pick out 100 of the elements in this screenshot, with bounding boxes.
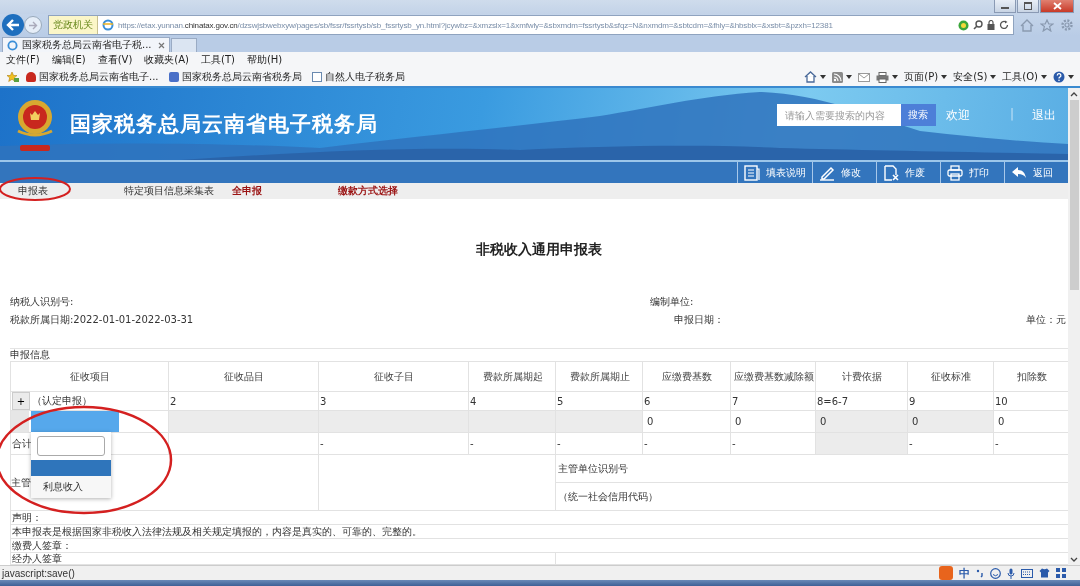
input-cell[interactable]: 0 [730,410,816,433]
table-cell: - [907,432,994,455]
table-cell: - [318,432,469,455]
filter-field[interactable] [37,436,105,456]
grid-icon[interactable] [1056,568,1066,578]
page-tab[interactable]: 特定项目信息采集表 [124,184,232,198]
input-cell[interactable]: 0 [642,410,731,433]
menu-item[interactable]: 编辑(E) [51,53,86,67]
column-header: 费款所属期止 [555,361,643,392]
column-header: 计费依据 [815,361,908,392]
search-field[interactable]: 请输入需要搜索的内容 [776,104,901,126]
page-tab[interactable]: 全申报 [232,184,338,198]
column-header: 征收品目 [168,361,319,392]
menu-item[interactable]: 文件(F) [6,53,40,67]
add-row-button[interactable]: + [12,392,30,410]
close-icon [1052,2,1062,10]
dropdown-option[interactable]: 利息收入 [31,476,111,498]
table-cell: （认定申报） [32,394,92,408]
declaration-text: 本申报表是根据国家非税收入法律法规及相关规定填报的，内容是真实的、可靠的、完整的。 [12,526,422,537]
command-menu[interactable]: 工具(O) [1002,70,1047,84]
table-cell: 4 [468,391,556,411]
microphone-icon[interactable] [1007,567,1015,579]
browser-tab[interactable]: 国家税务总局云南省电子税... [2,37,170,52]
field-label: 主管单位识别号 [558,462,628,474]
status-text: javascript:save() [2,567,75,579]
period-text: 税款所属日期:2022-01-01-2022-03-31 [10,313,195,327]
unit-text: 单位：元 [1026,313,1066,327]
home-icon[interactable] [804,71,818,83]
table-cell: - [555,432,643,455]
column-header: 费款所属期起 [468,361,556,392]
field-label: 编制单位: [650,295,694,309]
document-icon [744,164,760,181]
arrow-left-icon [6,19,20,31]
field-label: 主管 [11,476,31,488]
table-cell: - [468,432,556,455]
declaration-heading: 声明： [12,512,42,523]
ime-mode-text[interactable]: 中 [959,565,970,581]
compat-icon [958,19,969,31]
search-icon[interactable] [973,20,983,30]
column-header: 征收子目 [318,361,469,392]
field-label: 经办人签章 [12,553,62,564]
zone-label: 党政机关 [49,16,98,34]
column-header: 应缴费基数减除额 [730,361,816,392]
scroll-up-icon[interactable] [1070,91,1078,97]
printer-icon [947,164,963,181]
welcome-text: 欢迎 [945,107,970,124]
site-title: 国家税务总局云南省电子税务局 [70,111,378,138]
table-cell: 8=6-7 [815,391,908,411]
scroll-down-icon[interactable] [1070,556,1078,562]
field-label: 申报日期： [674,313,724,327]
close-icon[interactable] [158,41,165,49]
mail-icon[interactable] [858,72,871,82]
help-icon[interactable] [1053,71,1065,83]
search-button[interactable]: 搜索 [900,104,936,126]
close-button[interactable] [1040,0,1074,13]
menu-item[interactable]: 收藏夹(A) [144,53,189,67]
field-label: 缴费人签章： [12,540,72,551]
section-title: 申报信息 [10,348,1068,361]
keyboard-icon[interactable] [1021,568,1033,578]
hint-text: （统一社会信用代码） [558,490,658,502]
address-bar[interactable]: 党政机关 https://etax.yunnan.chinatax.gov.cn/dzswjsbwebxyw/pages/sb/fssr/fssrtysb/sb_fssrtysb_yn.html?jcywbz=&xmzslx=1&xmfwly=&sbxmdm=fssrtysb&sfqz=N&nxmdm=&sbtcdm=&fhly=&hbsblx=&xsbt=&pzxh=12381 [48,15,1014,35]
scrollbar[interactable] [1068,88,1080,565]
caret-icon[interactable] [1068,75,1074,79]
minimize-button[interactable] [994,0,1016,13]
punctuation-icon[interactable] [976,568,984,578]
menu-item[interactable]: 查看(V) [97,53,133,67]
caret-icon[interactable] [892,75,899,79]
field-label: 纳税人识别号: [10,295,75,309]
favorite-link[interactable]: 自然人电子税务局 [311,70,405,84]
table-cell: 5 [555,391,643,411]
favorites-star-icon[interactable] [6,71,20,83]
refresh-icon[interactable] [999,20,1009,30]
command-menu[interactable]: 页面(P) [904,70,948,84]
menu-item[interactable]: 工具(T) [201,53,235,67]
table-cell: - [730,432,816,455]
lock-icon [987,20,995,30]
table-cell: 7 [730,391,816,411]
page-icon [102,19,114,31]
column-header: 征收标准 [907,361,994,392]
back-button[interactable] [2,14,24,36]
table-cell: 6 [642,391,731,411]
star-icon[interactable] [1040,18,1054,32]
page-tab[interactable]: 申报表 [18,184,124,198]
page-tab[interactable]: 缴款方式选择 [338,184,398,198]
caret-icon[interactable] [820,75,827,79]
form-title: 非税收入通用申报表 [475,241,603,259]
table-cell: 9 [907,391,994,411]
favorite-link[interactable]: 国家税务总局云南省税务局 [168,70,302,84]
table-cell: - [642,432,731,455]
separator-text: | [1009,107,1014,121]
smiley-icon[interactable] [990,567,1001,579]
restore-button[interactable] [1017,0,1039,13]
arrow-right-icon [28,20,38,30]
command-menu[interactable]: 安全(S) [953,70,997,84]
table-cell: 3 [318,391,469,411]
caret-icon[interactable] [846,75,853,79]
favorite-link[interactable]: 国家税务总局云南省电子... [26,70,159,84]
menu-item[interactable]: 帮助(H) [246,53,283,67]
shirt-icon[interactable] [1039,568,1050,578]
printer-icon[interactable] [876,71,890,83]
